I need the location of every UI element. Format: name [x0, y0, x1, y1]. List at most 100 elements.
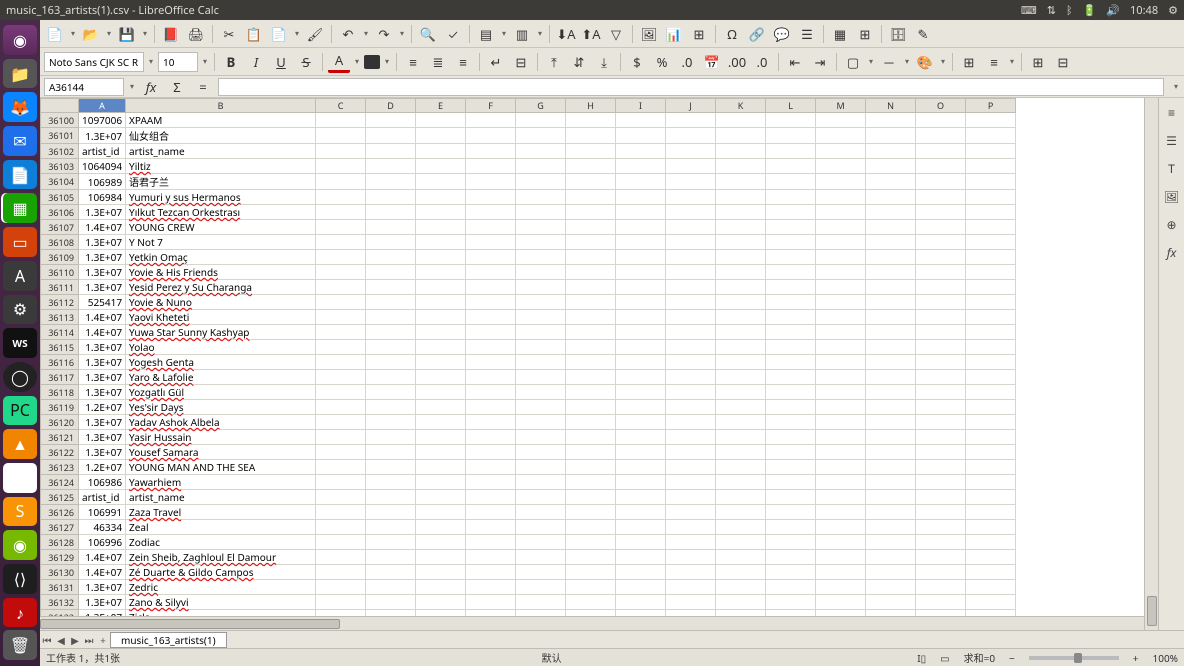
cell[interactable] [766, 205, 816, 220]
cell[interactable] [566, 250, 616, 265]
cell[interactable] [666, 205, 716, 220]
cell[interactable] [416, 355, 466, 370]
cell[interactable]: Zé Duarte & Gildo Campos [126, 565, 316, 580]
row-header[interactable]: 36132 [41, 595, 79, 610]
cell[interactable]: artist_name [126, 490, 316, 505]
row-header[interactable]: 36124 [41, 475, 79, 490]
cell[interactable] [916, 280, 966, 295]
cell[interactable] [416, 250, 466, 265]
cell[interactable] [616, 445, 666, 460]
cell[interactable] [366, 205, 416, 220]
cell[interactable] [866, 190, 916, 205]
autofilter-button[interactable]: ▽ [605, 23, 627, 45]
corner-cell[interactable] [41, 99, 79, 113]
cell[interactable] [816, 550, 866, 565]
cell[interactable]: YOUNG MAN AND THE SEA [126, 460, 316, 475]
cell[interactable] [766, 595, 816, 610]
cell[interactable]: Yawarhiem [126, 475, 316, 490]
cell[interactable]: 1064094 [79, 159, 126, 174]
vscode-icon[interactable]: ⟨⟩ [3, 564, 37, 594]
cell[interactable] [966, 580, 1016, 595]
column-header[interactable]: A [79, 99, 126, 113]
cell[interactable] [616, 340, 666, 355]
draw-button[interactable]: ✎ [912, 23, 934, 45]
row-header[interactable]: 36131 [41, 580, 79, 595]
paste-dropdown[interactable]: ▾ [293, 28, 301, 39]
cell[interactable] [616, 415, 666, 430]
cell[interactable] [616, 355, 666, 370]
cell[interactable] [366, 295, 416, 310]
cell[interactable]: Yesid Perez y Su Charanga [126, 280, 316, 295]
font-size-input[interactable]: 10 [158, 52, 198, 72]
cell[interactable]: 525417 [79, 295, 126, 310]
cell[interactable] [316, 159, 366, 174]
cell[interactable] [916, 355, 966, 370]
cell[interactable] [466, 265, 516, 280]
cell[interactable] [466, 550, 516, 565]
cell[interactable] [766, 235, 816, 250]
cell[interactable] [866, 565, 916, 580]
row-header[interactable]: 36126 [41, 505, 79, 520]
cell[interactable] [416, 430, 466, 445]
cell[interactable] [416, 370, 466, 385]
name-box[interactable]: A36144 [44, 78, 124, 96]
cell[interactable]: 1.3E+07 [79, 385, 126, 400]
cell[interactable] [616, 295, 666, 310]
cell[interactable] [966, 159, 1016, 174]
cell[interactable] [416, 325, 466, 340]
tab-first-button[interactable]: ⏮ [40, 633, 54, 647]
cell[interactable] [916, 144, 966, 159]
cell[interactable] [366, 128, 416, 144]
cell[interactable]: Yogesh Genta [126, 355, 316, 370]
add-decimal-button[interactable]: .00 [726, 51, 748, 73]
cell[interactable] [516, 430, 566, 445]
cell[interactable]: Yumuri y sus Hermanos [126, 190, 316, 205]
cell[interactable] [966, 235, 1016, 250]
cell[interactable] [666, 595, 716, 610]
tab-last-button[interactable]: ⏭ [82, 633, 96, 647]
undo-dropdown[interactable]: ▾ [362, 28, 370, 39]
cell[interactable] [866, 128, 916, 144]
settings-gear-icon[interactable]: ⚙ [1168, 3, 1178, 18]
cell[interactable]: 1.3E+07 [79, 445, 126, 460]
strikethrough-button[interactable]: S̶ [295, 51, 317, 73]
cell[interactable] [316, 265, 366, 280]
input-method-icon[interactable]: ⌨ [1021, 3, 1037, 18]
cell[interactable] [866, 385, 916, 400]
cell[interactable] [666, 340, 716, 355]
cell[interactable] [616, 475, 666, 490]
cell[interactable] [466, 565, 516, 580]
cell[interactable] [316, 220, 366, 235]
cell[interactable] [966, 190, 1016, 205]
cell[interactable] [466, 220, 516, 235]
cell[interactable] [316, 144, 366, 159]
cell[interactable]: artist_id [79, 144, 126, 159]
cell[interactable] [516, 580, 566, 595]
cell[interactable] [566, 385, 616, 400]
cell[interactable] [816, 490, 866, 505]
cell[interactable] [866, 159, 916, 174]
cell[interactable] [416, 280, 466, 295]
cell[interactable] [416, 128, 466, 144]
horizontal-scrollbar[interactable] [40, 616, 1144, 630]
cell[interactable] [566, 128, 616, 144]
cell[interactable]: 1.4E+07 [79, 220, 126, 235]
cell[interactable] [966, 535, 1016, 550]
cell[interactable] [366, 370, 416, 385]
cell[interactable] [516, 220, 566, 235]
cell[interactable] [666, 550, 716, 565]
cell[interactable] [816, 265, 866, 280]
sort-asc-button[interactable]: ⬇A [555, 23, 577, 45]
cell[interactable] [566, 235, 616, 250]
cell[interactable] [766, 415, 816, 430]
cell[interactable] [566, 144, 616, 159]
cell[interactable] [366, 340, 416, 355]
cell[interactable] [466, 250, 516, 265]
cell[interactable] [316, 128, 366, 144]
cell[interactable] [616, 580, 666, 595]
cell[interactable] [416, 535, 466, 550]
cell[interactable] [666, 128, 716, 144]
cell[interactable] [866, 460, 916, 475]
cell[interactable] [366, 430, 416, 445]
row-header[interactable]: 36108 [41, 235, 79, 250]
